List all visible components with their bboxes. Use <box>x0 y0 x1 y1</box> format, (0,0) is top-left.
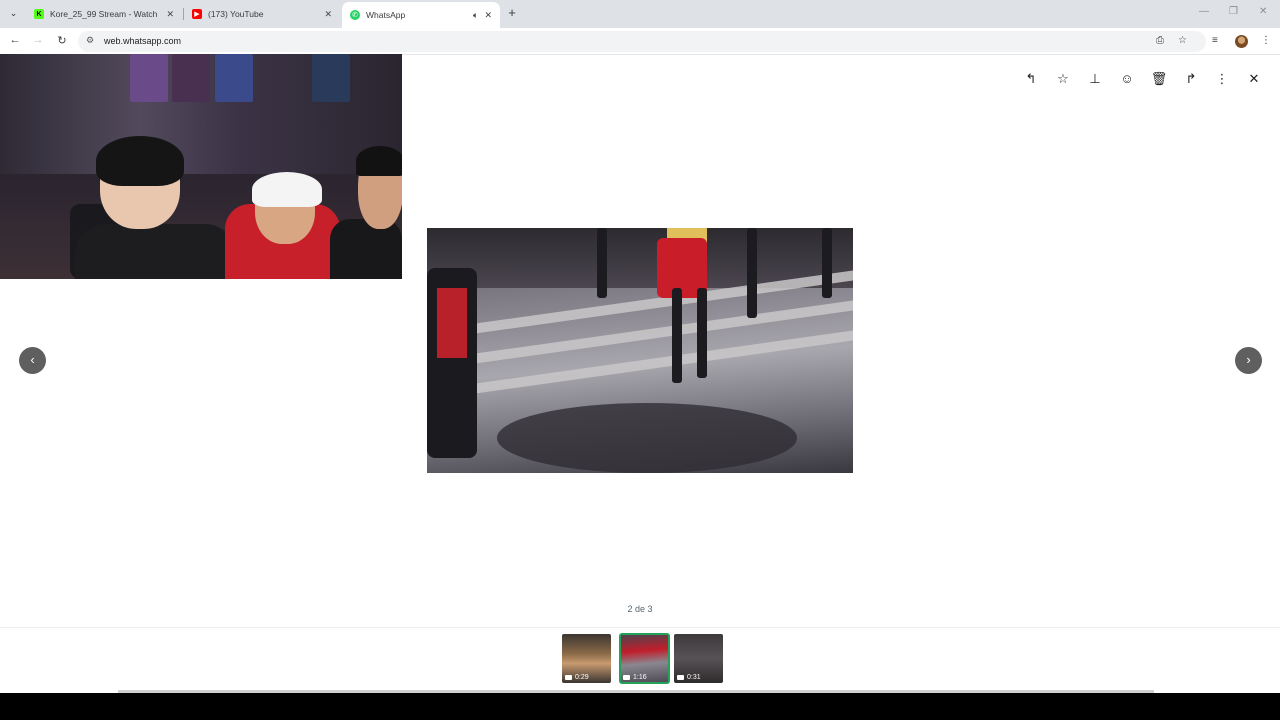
install-app-icon[interactable]: ⎙ <box>1156 35 1164 46</box>
window-close-icon[interactable]: ✕ <box>1259 6 1267 17</box>
browser-tabstrip: ⌄ K Kore_25_99 Stream - Watch Live ✕ ▶ (… <box>0 0 1280 28</box>
video-camera-icon <box>623 675 630 680</box>
tab-close-icon[interactable]: ✕ <box>484 10 492 21</box>
pip-poster <box>130 54 168 102</box>
pip-poster <box>215 54 253 102</box>
address-bar[interactable]: ⚙ web.whatsapp.com ⎙ ☆ <box>78 31 1206 52</box>
browser-toolbar: ← → ↻ ⚙ web.whatsapp.com ⎙ ☆ ≡ ⋮ <box>0 28 1280 55</box>
minimize-icon[interactable]: — <box>1199 6 1209 17</box>
whatsapp-favicon-icon: ✆ <box>350 10 360 20</box>
video-leg <box>697 288 707 378</box>
speaker-icon[interactable]: 🔈︎ <box>473 10 478 21</box>
tab-whatsapp[interactable]: ✆ WhatsApp 🔈︎ ✕ <box>342 2 500 28</box>
forward-icon[interactable]: → <box>31 34 45 46</box>
previous-media-button[interactable]: ‹ <box>19 347 46 374</box>
forward-icon[interactable]: ↱ <box>1182 70 1200 88</box>
media-video[interactable] <box>427 228 853 473</box>
media-controls-icon[interactable]: ≡ <box>1212 35 1218 46</box>
picture-in-picture-video[interactable] <box>0 54 402 279</box>
pip-poster <box>172 54 210 102</box>
tab-search-chevron-icon[interactable]: ⌄ <box>5 5 22 22</box>
menu-icon[interactable]: ⋮ <box>1213 70 1231 88</box>
os-taskbar <box>0 693 1280 720</box>
tab-close-icon[interactable]: ✕ <box>166 9 174 20</box>
back-icon[interactable]: ← <box>8 34 22 46</box>
tab-title: Kore_25_99 Stream - Watch Live <box>50 9 160 19</box>
thumbnail-duration: 0:31 <box>677 674 701 681</box>
close-icon[interactable]: ✕ <box>1245 70 1263 88</box>
youtube-favicon-icon: ▶ <box>192 9 202 19</box>
new-tab-button[interactable]: + <box>505 5 519 21</box>
pip-person <box>330 219 402 279</box>
thumbnail-duration: 0:29 <box>565 674 589 681</box>
pin-icon[interactable]: ⊥ <box>1086 70 1104 88</box>
video-leg <box>747 228 757 318</box>
restore-icon[interactable]: ❐ <box>1229 6 1238 17</box>
pip-person-hair <box>96 136 184 186</box>
video-camera-icon <box>677 675 684 680</box>
media-thumbnail-selected[interactable]: 1:16 <box>619 633 670 684</box>
url-text: web.whatsapp.com <box>104 36 182 46</box>
next-media-button[interactable]: › <box>1235 347 1262 374</box>
tab-close-icon[interactable]: ✕ <box>324 9 332 20</box>
video-leg <box>597 228 607 298</box>
profile-avatar[interactable] <box>1235 35 1248 48</box>
video-figure <box>437 288 467 358</box>
emoji-icon[interactable]: ☺ <box>1118 70 1136 88</box>
pip-person-cap <box>252 172 322 207</box>
tab-title: WhatsApp <box>366 10 406 20</box>
media-thumbnail[interactable]: 0:29 <box>562 634 611 683</box>
delete-icon[interactable]: 🗑︎ <box>1150 70 1168 88</box>
reply-icon[interactable]: ↰ <box>1022 70 1040 88</box>
site-settings-icon[interactable]: ⚙ <box>86 35 94 46</box>
video-shadow <box>497 403 797 473</box>
reload-icon[interactable]: ↻ <box>55 34 69 47</box>
pip-person-hair <box>356 146 402 176</box>
tab-title: (173) YouTube <box>208 9 264 19</box>
pip-poster <box>312 54 350 102</box>
thumbnail-duration: 1:16 <box>623 674 647 681</box>
pip-person <box>75 224 235 279</box>
media-counter: 2 de 3 <box>627 604 653 614</box>
video-leg <box>822 228 832 298</box>
browser-menu-icon[interactable]: ⋮ <box>1261 35 1271 46</box>
video-leg <box>672 288 682 383</box>
video-camera-icon <box>565 675 572 680</box>
bookmark-star-icon[interactable]: ☆ <box>1178 35 1187 46</box>
media-thumbnail[interactable]: 0:31 <box>674 634 723 683</box>
tab-youtube[interactable]: ▶ (173) YouTube ✕ <box>184 2 340 26</box>
star-icon[interactable]: ☆ <box>1054 70 1072 88</box>
kick-favicon-icon: K <box>34 9 44 19</box>
tab-kick-stream[interactable]: K Kore_25_99 Stream - Watch Live ✕ <box>26 2 182 26</box>
